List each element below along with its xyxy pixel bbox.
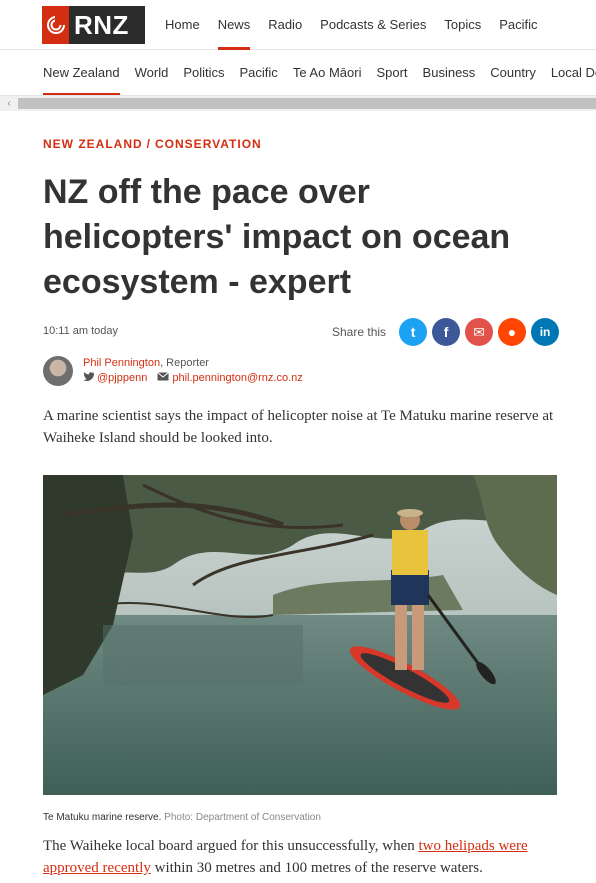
twitter-share-button[interactable]: t: [399, 318, 428, 346]
email-share-button[interactable]: ✉: [465, 318, 494, 346]
facebook-share-button[interactable]: f: [432, 318, 461, 346]
author-twitter-link[interactable]: @pjppenn: [97, 372, 147, 384]
email-icon: ✉: [473, 323, 485, 340]
twitter-icon: [83, 372, 94, 384]
top-bar: RNZ Home News Radio Podcasts & Series Topics…: [0, 0, 596, 50]
topnav-item-radio[interactable]: Radio: [268, 0, 302, 50]
caption-text: Te Matuku marine reserve.: [43, 812, 162, 823]
topnav-item-pacific[interactable]: Pacific: [499, 0, 537, 50]
paragraph-text-before: The Waiheke local board argued for this …: [43, 838, 419, 854]
section-nav-item-world[interactable]: World: [135, 50, 169, 95]
reddit-icon: ●: [507, 324, 517, 340]
facebook-icon: f: [443, 324, 449, 340]
breadcrumb-section[interactable]: NEW ZEALAND: [43, 137, 143, 151]
caption-credit: Photo: Department of Conservation: [164, 812, 321, 823]
photo-caption: Te Matuku marine reserve. Photo: Departm…: [43, 812, 321, 823]
mail-icon: [157, 372, 170, 384]
section-nav-item-sport[interactable]: Sport: [376, 50, 407, 95]
topnav-item-podcasts-series[interactable]: Podcasts & Series: [320, 0, 426, 50]
author-email-link[interactable]: phil.pennington@rnz.co.nz: [172, 372, 302, 384]
author-contact-line: @pjppenn phil.pennington@rnz.co.nz: [83, 372, 303, 384]
section-nav-item-te-ao-m-ori[interactable]: Te Ao Māori: [293, 50, 362, 95]
breadcrumb-topic[interactable]: CONSERVATION: [155, 137, 262, 151]
paragraph-text-after: within 30 metres and 100 metres of the r…: [150, 860, 483, 876]
breadcrumb-separator: /: [146, 137, 152, 151]
section-nav-item-new-zealand[interactable]: New Zealand: [43, 50, 120, 95]
topnav-item-topics[interactable]: Topics: [444, 0, 481, 50]
twitter-icon: t: [410, 324, 416, 340]
section-nav-item-business[interactable]: Business: [423, 50, 476, 95]
section-nav-item-politics[interactable]: Politics: [183, 50, 224, 95]
author-name-line: Phil Pennington, Reporter: [83, 357, 209, 369]
article-photo[interactable]: [43, 475, 557, 795]
section-nav-scrollbar[interactable]: ‹: [0, 96, 596, 111]
publish-time: 10:11 am today: [43, 325, 119, 337]
author-byline: Phil Pennington, Reporter @pjppenn phil.…: [43, 355, 563, 389]
author-avatar: [43, 356, 73, 386]
section-nav-item-local-democracy[interactable]: Local Democracy: [551, 50, 596, 95]
main-nav: Home News Radio Podcasts & Series Topics Paci…: [165, 0, 556, 50]
scroll-left-arrow-icon[interactable]: ‹: [0, 96, 18, 111]
section-nav-item-country[interactable]: Country: [490, 50, 536, 95]
article-headline: NZ off the pace over helicopters' impact…: [43, 173, 511, 301]
article-lede: A marine scientist says the impact of he…: [43, 408, 554, 446]
article-paragraph: The Waiheke local board argued for this …: [43, 835, 563, 879]
linkedin-icon: in: [539, 325, 551, 339]
rnz-logo-mark-icon: [42, 6, 69, 44]
topnav-item-home[interactable]: Home: [165, 0, 200, 50]
breadcrumb: NEW ZEALAND / CONSERVATION: [43, 137, 262, 151]
scrollbar-thumb[interactable]: [18, 98, 596, 109]
linkedin-share-button[interactable]: in: [531, 318, 560, 346]
topnav-item-news[interactable]: News: [217, 0, 250, 50]
rnz-logo[interactable]: RNZ: [42, 6, 145, 44]
section-nav-item-pacific[interactable]: Pacific: [240, 50, 278, 95]
section-nav: New Zealand World Politics Pacific Te Ao Māo…: [0, 50, 596, 96]
rnz-logo-text: RNZ: [74, 9, 129, 40]
author-role: , Reporter: [160, 357, 209, 369]
share-bar: Share this t f ✉ ● in: [332, 318, 560, 346]
share-label: Share this: [332, 325, 387, 339]
author-name-link[interactable]: Phil Pennington: [83, 357, 160, 369]
reddit-share-button[interactable]: ●: [498, 318, 527, 346]
